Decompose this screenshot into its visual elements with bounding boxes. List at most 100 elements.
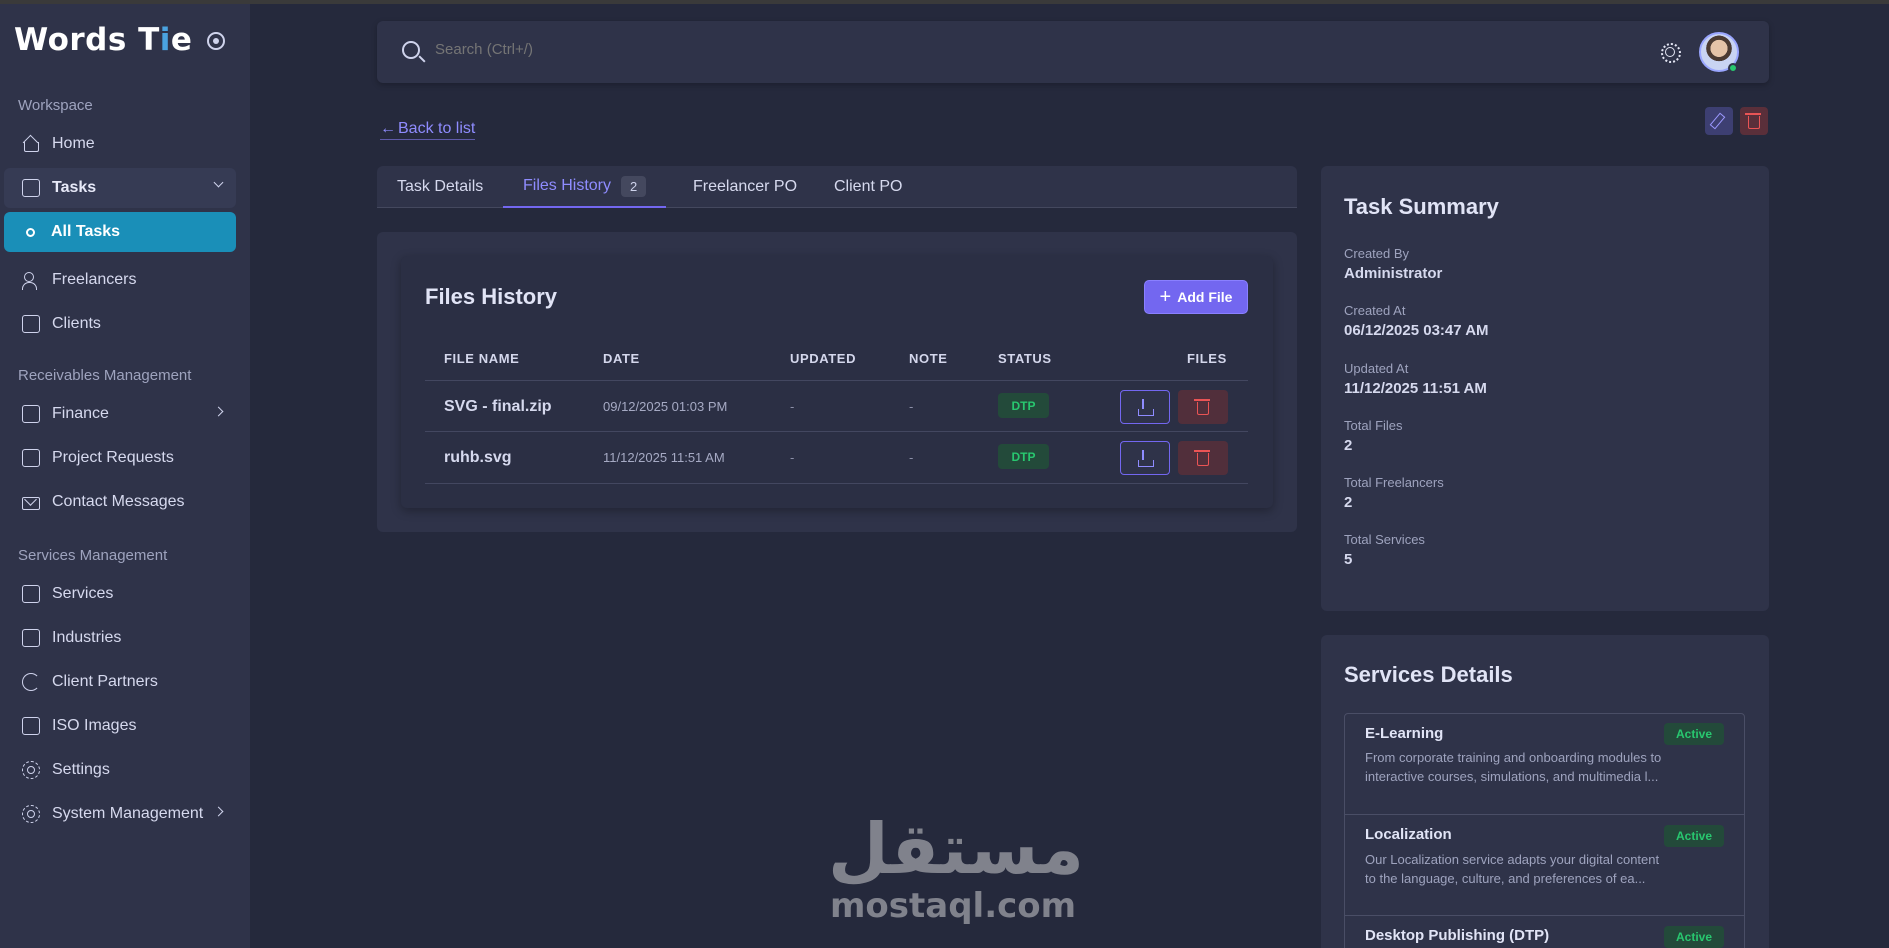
sidebar-item-project-requests[interactable]: Project Requests (4, 438, 236, 478)
files-history-title: Files History (425, 284, 558, 309)
sidebar-item-tasks[interactable]: Tasks (4, 168, 236, 208)
download-file-button[interactable] (1120, 441, 1170, 475)
gear-icon (22, 805, 40, 823)
window-top-border (0, 0, 1889, 4)
home-icon (22, 135, 40, 153)
download-file-button[interactable] (1120, 390, 1170, 424)
top-search-bar (377, 21, 1769, 83)
total-files-label: Total Files (1344, 418, 1403, 433)
wallet-icon (22, 405, 40, 423)
sidebar-item-clients[interactable]: Clients (4, 304, 236, 344)
online-status-dot (1728, 63, 1738, 73)
col-date: DATE (603, 351, 640, 366)
search-input[interactable] (435, 41, 935, 58)
brand-logo[interactable]: Words Tie (14, 22, 192, 58)
service-description: Our Localization service adapts your dig… (1365, 852, 1660, 886)
building-icon (22, 629, 40, 647)
service-status-badge: Active (1664, 926, 1724, 948)
file-note-cell: - (909, 450, 914, 465)
mail-icon (22, 496, 40, 510)
briefcase-icon (22, 585, 40, 603)
watermark-arabic: مستقل (828, 808, 1085, 890)
service-divider (1344, 814, 1745, 815)
delete-task-button[interactable] (1740, 107, 1768, 135)
col-note: NOTE (909, 351, 948, 366)
sidebar-item-freelancers[interactable]: Freelancers (4, 260, 236, 300)
chevron-right-icon (213, 806, 224, 817)
service-name: E-Learning (1365, 725, 1444, 742)
sidebar-item-all-tasks[interactable]: All Tasks (4, 212, 236, 252)
tasks-icon (22, 179, 40, 197)
file-dollar-icon (22, 449, 40, 467)
col-file-name: FILE NAME (444, 351, 520, 366)
total-services-value: 5 (1344, 551, 1353, 568)
search-icon[interactable] (402, 41, 420, 59)
theme-toggle-sun-icon[interactable] (1661, 43, 1681, 63)
col-updated: UPDATED (790, 351, 857, 366)
image-icon (22, 717, 40, 735)
section-label-workspace: Workspace (18, 97, 93, 114)
col-files: FILES (1187, 351, 1227, 366)
status-badge: DTP (998, 393, 1049, 418)
header-divider (425, 380, 1248, 381)
sidebar-item-iso-images[interactable]: ISO Images (4, 706, 236, 746)
files-count-badge: 2 (621, 175, 647, 197)
delete-file-button[interactable] (1178, 441, 1228, 475)
trash-icon (1745, 113, 1761, 129)
users-icon (22, 271, 40, 290)
file-date-cell: 09/12/2025 01:03 PM (603, 399, 728, 414)
sidebar-item-contact-messages[interactable]: Contact Messages (4, 482, 236, 522)
tab-files-history[interactable]: Files History 2 (503, 166, 667, 208)
sidebar-item-finance[interactable]: Finance (4, 394, 236, 434)
service-name: Desktop Publishing (DTP) (1365, 927, 1550, 944)
file-name-cell: ruhb.svg (444, 449, 512, 466)
add-file-button[interactable]: + Add File (1144, 280, 1248, 314)
sidebar-item-system-management[interactable]: System Management (4, 794, 236, 834)
sidebar-item-client-partners[interactable]: Client Partners (4, 662, 236, 702)
section-label-services: Services Management (18, 547, 168, 564)
updated-at-label: Updated At (1344, 361, 1409, 376)
row-divider (425, 431, 1248, 432)
created-at-label: Created At (1344, 303, 1406, 318)
task-summary-title: Task Summary (1344, 194, 1499, 219)
sidebar: Words Tie Workspace Home Tasks All Tasks… (0, 4, 250, 948)
total-freelancers-label: Total Freelancers (1344, 475, 1444, 490)
service-status-badge: Active (1664, 723, 1724, 745)
file-updated-cell: - (790, 450, 795, 465)
tab-client-po[interactable]: Client PO (834, 166, 902, 208)
status-badge: DTP (998, 444, 1049, 469)
chevron-down-icon (213, 177, 224, 188)
services-details-title: Services Details (1344, 662, 1513, 687)
file-updated-cell: - (790, 399, 795, 414)
sidebar-item-services[interactable]: Services (4, 574, 236, 614)
sidebar-collapse-toggle-icon[interactable] (207, 32, 225, 50)
service-divider (1344, 915, 1745, 916)
sidebar-item-home[interactable]: Home (4, 124, 236, 164)
sidebar-item-settings[interactable]: Settings (4, 750, 236, 790)
created-by-label: Created By (1344, 246, 1410, 261)
gear-icon (22, 761, 40, 779)
file-date-cell: 11/12/2025 11:51 AM (603, 450, 725, 465)
service-status-badge: Active (1664, 825, 1724, 847)
back-to-list-link[interactable]: ← Back to list (380, 120, 476, 140)
plus-icon: + (1159, 285, 1172, 308)
sidebar-item-industries[interactable]: Industries (4, 618, 236, 658)
watermark-latin: mostaql.com (830, 886, 1077, 926)
updated-at-value: 11/12/2025 11:51 AM (1344, 380, 1487, 397)
delete-file-button[interactable] (1178, 390, 1228, 424)
address-book-icon (22, 315, 40, 333)
file-name-cell: SVG - final.zip (444, 398, 552, 415)
trash-icon (1194, 399, 1210, 415)
edit-task-button[interactable] (1705, 107, 1733, 135)
service-name: Localization (1365, 826, 1452, 843)
section-label-receivables: Receivables Management (18, 367, 192, 384)
row-divider (425, 483, 1248, 484)
file-note-cell: - (909, 399, 914, 414)
tab-freelancer-po[interactable]: Freelancer PO (693, 166, 797, 208)
total-freelancers-value: 2 (1344, 494, 1353, 511)
col-status: STATUS (998, 351, 1052, 366)
tab-task-details[interactable]: Task Details (397, 166, 483, 208)
created-by-value: Administrator (1344, 265, 1443, 282)
total-files-value: 2 (1344, 437, 1353, 454)
service-description: From corporate training and onboarding m… (1365, 750, 1662, 784)
